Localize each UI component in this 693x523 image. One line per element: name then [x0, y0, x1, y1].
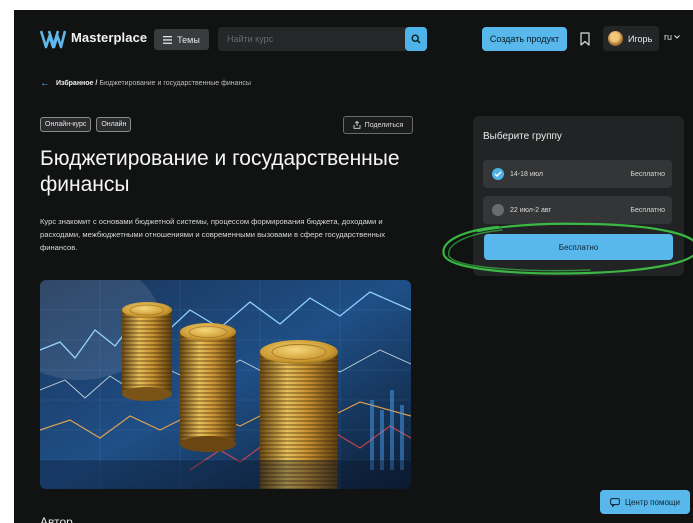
themes-button[interactable]: Темы — [154, 29, 209, 50]
group-option-2[interactable]: 22 июл-2 авг Бесплатно — [483, 196, 672, 224]
enroll-free-button[interactable]: Бесплатно — [484, 234, 673, 260]
radio-selected[interactable] — [492, 168, 504, 180]
group-option-dates: 22 июл-2 авг — [510, 206, 552, 214]
share-label: Поделиться — [364, 121, 404, 129]
arrow-left-icon[interactable]: ← — [40, 78, 50, 89]
avatar — [608, 31, 623, 46]
themes-label: Темы — [177, 34, 200, 45]
chevron-down-icon — [674, 35, 680, 39]
group-option-dates: 14-18 июл — [510, 170, 543, 178]
user-menu[interactable]: Игорь — [603, 26, 659, 51]
radio-unselected[interactable] — [492, 204, 504, 216]
top-navbar: Masterplace Темы Создать продукт — [14, 10, 693, 66]
coins-financial-chart-illustration — [40, 280, 411, 489]
create-product-button[interactable]: Создать продукт — [482, 27, 567, 51]
bookmark-icon[interactable] — [580, 32, 590, 46]
search-icon — [411, 34, 421, 44]
search-button[interactable] — [405, 27, 427, 51]
check-icon — [494, 171, 502, 177]
course-cover-image — [40, 280, 411, 489]
app-screen: Masterplace Темы Создать продукт — [14, 10, 693, 523]
group-option-price: Бесплатно — [630, 206, 665, 214]
breadcrumb-current: Бюджетирование и государственные финансы — [99, 80, 251, 87]
help-center-label: Центр помощи — [625, 497, 680, 507]
brand-name[interactable]: Masterplace — [71, 30, 147, 45]
language-switcher[interactable]: ru — [664, 32, 680, 42]
author-heading: Автор — [40, 515, 73, 523]
search-input[interactable] — [218, 27, 403, 51]
share-button[interactable]: Поделиться — [343, 116, 413, 134]
page-title: Бюджетирование и государственные финансы — [40, 147, 400, 196]
tag-mode: Онлайн — [96, 117, 132, 132]
help-center-button[interactable]: Центр помощи — [600, 490, 690, 514]
breadcrumb: ← Избранное / Бюджетирование и государст… — [40, 78, 251, 89]
help-chat-icon — [610, 497, 620, 507]
course-tags: Онлайн-курс Онлайн — [40, 117, 132, 132]
language-label: ru — [664, 32, 673, 42]
tag-format: Онлайн-курс — [40, 117, 92, 132]
share-icon — [353, 121, 361, 129]
group-select-title: Выберите группу — [483, 131, 562, 142]
search-bar — [218, 27, 427, 51]
hamburger-menu-icon — [163, 35, 173, 44]
course-description: Курс знакомит с основами бюджетной систе… — [40, 217, 386, 252]
masterplace-logo-icon[interactable] — [40, 28, 66, 50]
breadcrumb-favorites-link[interactable]: Избранное / — [56, 80, 97, 87]
group-option-price: Бесплатно — [630, 170, 665, 178]
group-option-1[interactable]: 14-18 июл Бесплатно — [483, 160, 672, 188]
user-name: Игорь — [628, 33, 653, 44]
